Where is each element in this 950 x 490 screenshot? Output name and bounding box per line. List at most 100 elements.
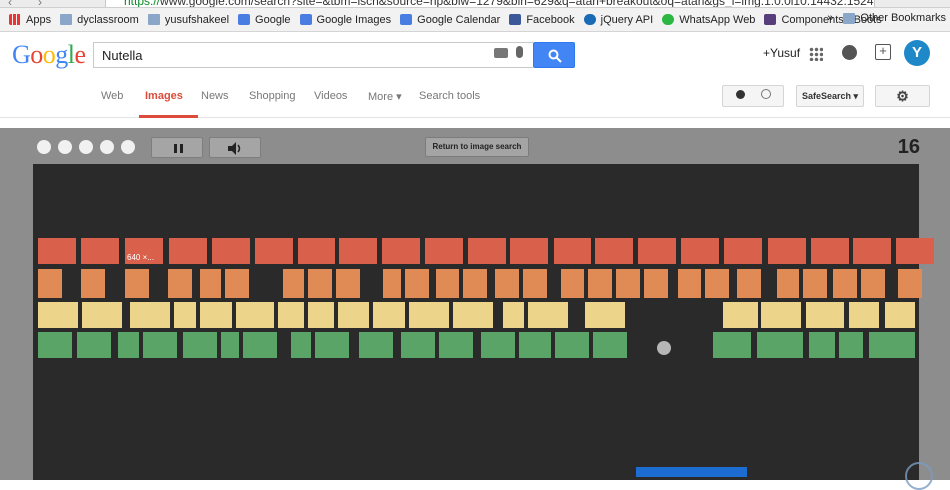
- brick: [806, 302, 844, 328]
- tab-images[interactable]: Images: [145, 90, 183, 102]
- brick: [338, 302, 369, 328]
- search-input[interactable]: Nutella: [93, 42, 533, 68]
- ball: [657, 341, 671, 355]
- other-bookmarks[interactable]: Other Bookmarks: [860, 12, 946, 24]
- tab-shopping[interactable]: Shopping: [249, 90, 296, 102]
- brick: [291, 332, 311, 358]
- forward-arrow-icon[interactable]: ›: [38, 0, 42, 7]
- brick: [81, 269, 105, 298]
- brick: [503, 302, 524, 328]
- brick: [595, 238, 633, 264]
- sound-button[interactable]: [209, 137, 261, 158]
- url-text: www.google.com/search?site=&tbm=isch&sou…: [160, 0, 874, 8]
- life-dot: [121, 140, 135, 154]
- brick: [38, 269, 62, 298]
- back-arrow-icon[interactable]: ‹: [8, 0, 12, 7]
- brick: [200, 302, 232, 328]
- return-to-image-search-button[interactable]: Return to image search: [425, 137, 529, 157]
- life-dot: [79, 140, 93, 154]
- brick: [401, 332, 435, 358]
- brick: [82, 302, 122, 328]
- life-dot: [37, 140, 51, 154]
- brick: [212, 238, 250, 264]
- more-bookmarks-icon[interactable]: »: [827, 12, 833, 24]
- whatsapp-icon: [662, 14, 675, 25]
- share-plus-icon[interactable]: +: [875, 44, 891, 60]
- logo-letter: G: [12, 40, 31, 69]
- notifications-icon[interactable]: [842, 45, 857, 60]
- brick: [898, 269, 922, 298]
- pause-button[interactable]: [151, 137, 203, 158]
- brick: [896, 238, 934, 264]
- brick-size-label: 640 ×...: [127, 253, 154, 262]
- brick: [849, 302, 879, 328]
- pause-icon: [174, 144, 183, 153]
- bookmark-item[interactable]: Google Images: [299, 14, 391, 26]
- brick: [278, 302, 304, 328]
- url-field[interactable]: https://www.google.com/search?site=&tbm=…: [105, 0, 875, 8]
- brick: [757, 332, 803, 358]
- facebook-icon: [509, 14, 522, 25]
- url-https: https://: [124, 0, 161, 8]
- logo-letter: o: [30, 40, 43, 69]
- brick: [724, 238, 762, 264]
- brick: [298, 238, 335, 264]
- folder-icon: [843, 12, 856, 24]
- game-board[interactable]: 640 ×...: [33, 164, 934, 480]
- brick: [436, 269, 459, 298]
- folder-icon: [147, 14, 160, 25]
- brick: [405, 269, 429, 298]
- search-tools-button[interactable]: Search tools: [419, 90, 480, 102]
- tab-news[interactable]: News: [201, 90, 229, 102]
- search-button[interactable]: [533, 42, 575, 68]
- brick: [644, 269, 668, 298]
- apps-grid-icon[interactable]: [809, 47, 823, 61]
- tab-videos[interactable]: Videos: [314, 90, 347, 102]
- folder-icon: [60, 14, 73, 25]
- brick: [561, 269, 584, 298]
- tab-web[interactable]: Web: [101, 90, 123, 102]
- lives-indicator: [37, 140, 142, 154]
- tab-more[interactable]: More ▾: [368, 90, 402, 103]
- camera-icon[interactable]: [494, 48, 508, 58]
- watermark-logo: [905, 462, 933, 490]
- bookmark-item[interactable]: WhatsApp Web: [662, 14, 755, 26]
- gear-icon: ⚙: [896, 88, 909, 104]
- view-toggle[interactable]: [722, 85, 784, 107]
- bookmark-item[interactable]: dyclassroom: [60, 14, 139, 26]
- bookmark-item[interactable]: Apps: [9, 14, 51, 26]
- bootstrap-icon: [764, 14, 777, 25]
- microphone-icon[interactable]: [516, 46, 523, 58]
- google-header: Google Nutella +Yusuf + Y: [0, 32, 950, 76]
- brick: [118, 332, 139, 358]
- person-icon[interactable]: [735, 90, 745, 99]
- score: 16: [897, 136, 920, 158]
- brick: [555, 332, 589, 358]
- brick: [383, 269, 401, 298]
- bookmark-label: Apps: [26, 13, 52, 26]
- safesearch-button[interactable]: SafeSearch ▾: [796, 85, 864, 107]
- google-logo[interactable]: Google: [12, 40, 86, 70]
- brick: [588, 269, 612, 298]
- bookmark-item[interactable]: Google Calendar: [400, 14, 500, 26]
- brick: [585, 302, 625, 328]
- avatar[interactable]: Y: [904, 40, 930, 66]
- settings-button[interactable]: ⚙: [875, 85, 930, 107]
- brick: [510, 238, 548, 264]
- bookmark-item[interactable]: Facebook: [509, 14, 575, 26]
- brick: [811, 238, 849, 264]
- user-link[interactable]: +Yusuf: [763, 46, 800, 60]
- apps-icon: [9, 14, 21, 25]
- paddle[interactable]: [636, 467, 747, 477]
- bookmark-item[interactable]: yusufshakeel: [147, 14, 229, 26]
- globe-icon[interactable]: [760, 89, 771, 99]
- brick: [678, 269, 701, 298]
- brick: [885, 302, 915, 328]
- brick: [853, 238, 891, 264]
- active-tab-underline: [139, 115, 198, 118]
- brick: [130, 302, 170, 328]
- address-bar-strip: ‹ › https://www.google.com/search?site=&…: [0, 0, 950, 8]
- bookmark-item[interactable]: jQuery API: [583, 14, 653, 26]
- brick: [308, 269, 332, 298]
- bookmark-item[interactable]: Google: [238, 14, 291, 26]
